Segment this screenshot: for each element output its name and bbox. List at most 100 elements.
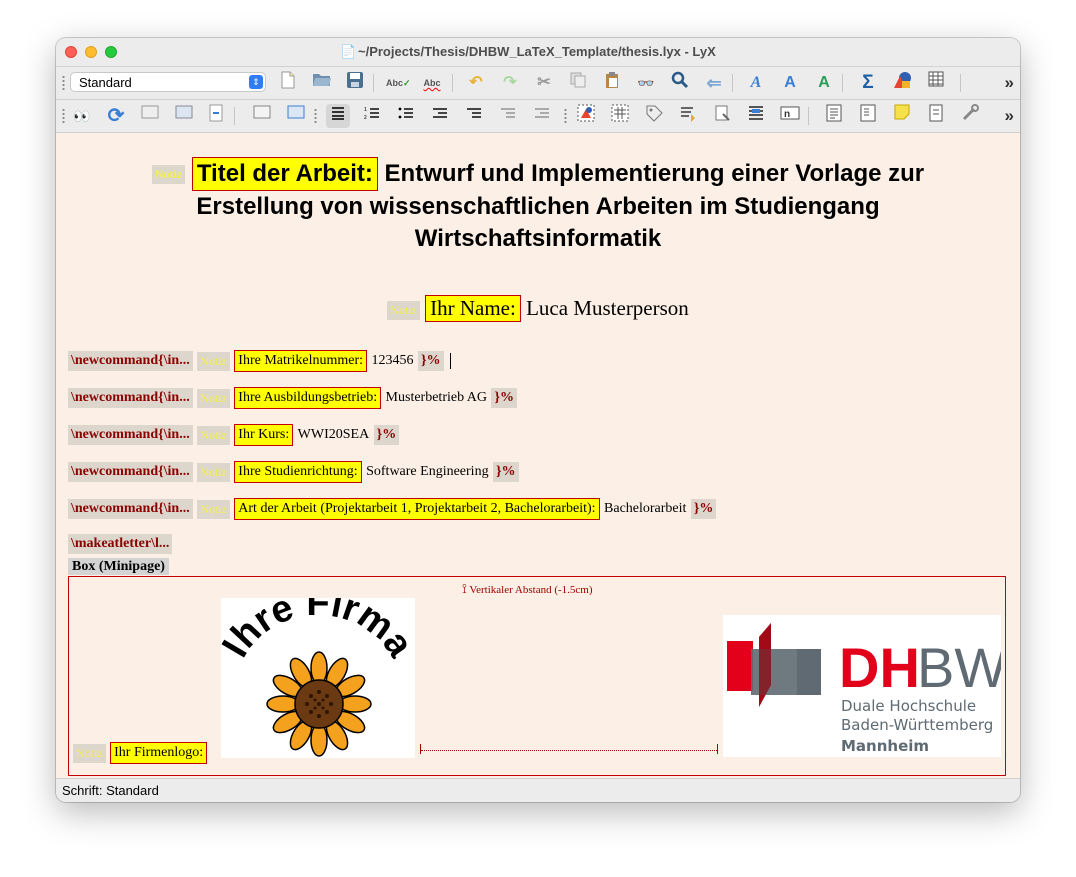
update-master-icon[interactable] bbox=[172, 104, 196, 128]
font-emphasis-icon[interactable]: A bbox=[744, 71, 768, 95]
ert-inset-end[interactable]: }% bbox=[491, 388, 518, 408]
note-inset[interactable]: Notiz bbox=[387, 300, 420, 320]
insert-reference-icon[interactable] bbox=[676, 104, 700, 128]
insert-graphics-icon[interactable] bbox=[890, 71, 914, 95]
author-paragraph[interactable]: Notiz Ihr Name: Luca Musterperson bbox=[56, 295, 1020, 322]
ert-inset[interactable]: \newcommand{\in... bbox=[68, 388, 193, 408]
ert-inset-end[interactable]: }% bbox=[690, 499, 717, 519]
document-canvas[interactable]: Notiz Titel der Arbeit: Entwurf und Impl… bbox=[56, 133, 1020, 778]
horizontal-fill-line[interactable] bbox=[421, 750, 717, 751]
ert-inset-end[interactable]: }% bbox=[417, 351, 444, 371]
minipage-box[interactable]: ⟟ Vertikaler Abstand (-1.5cm) Ihre Firma bbox=[68, 576, 1007, 776]
update-view-icon[interactable] bbox=[284, 104, 308, 128]
ert-inset-end[interactable]: }% bbox=[373, 425, 400, 445]
list-icon[interactable] bbox=[428, 104, 452, 128]
align-standard-icon[interactable] bbox=[326, 104, 350, 128]
document-proxy-icon: 📄 bbox=[340, 44, 357, 59]
redo-icon[interactable]: ↷ bbox=[498, 71, 522, 95]
note-inset[interactable]: Notiz bbox=[197, 351, 230, 371]
box-minipage-label[interactable]: Box (Minipage) bbox=[68, 558, 169, 575]
export-icon[interactable] bbox=[204, 104, 228, 128]
copy-icon[interactable] bbox=[566, 71, 590, 95]
toolbar-overflow-button[interactable]: » bbox=[1005, 71, 1014, 95]
find-replace-icon[interactable] bbox=[668, 71, 692, 95]
ert-inset[interactable]: \newcommand{\in... bbox=[68, 462, 193, 482]
field-row-matrikelnummer[interactable]: \newcommand{\in... Notiz Ihre Matrikelnu… bbox=[68, 350, 451, 376]
toolbar-overflow-button[interactable]: » bbox=[1005, 104, 1014, 128]
note-inset[interactable]: Notiz bbox=[197, 499, 230, 519]
dhbw-wordmark-bw: BW bbox=[917, 636, 1001, 699]
view-master-icon[interactable] bbox=[138, 104, 162, 128]
update-icon[interactable]: ⟳ bbox=[104, 104, 128, 128]
insert-note-icon[interactable] bbox=[890, 104, 914, 128]
field-row-kurs[interactable]: \newcommand{\in... Notiz Ihr Kurs: WWI20… bbox=[68, 424, 400, 450]
vertical-space-label: Vertikaler Abstand (-1.5cm) bbox=[469, 584, 593, 596]
itemize-icon[interactable] bbox=[394, 104, 418, 128]
dhbw-logo-image[interactable]: DH BW Duale Hochschule Baden-Württemberg… bbox=[723, 615, 1007, 757]
note-inset[interactable]: Notiz bbox=[197, 425, 230, 445]
new-document-icon[interactable] bbox=[276, 71, 300, 95]
spellcheck-icon[interactable]: Abc✓ bbox=[386, 71, 411, 95]
close-window-button[interactable] bbox=[65, 46, 77, 58]
view-changes-icon[interactable] bbox=[250, 104, 274, 128]
company-logo-field[interactable]: Notiz Ihr Firmenlogo: bbox=[73, 742, 208, 764]
depth-decrease-icon[interactable] bbox=[496, 104, 520, 128]
toolbar-grip[interactable] bbox=[62, 75, 65, 91]
enumerate-icon[interactable]: 12 bbox=[360, 104, 384, 128]
note-inset[interactable]: Notiz bbox=[73, 743, 106, 763]
description-icon[interactable] bbox=[462, 104, 486, 128]
noun-icon[interactable]: A bbox=[812, 71, 836, 95]
field-label: Ihr Kurs: bbox=[234, 424, 294, 446]
ert-inset[interactable]: \newcommand{\in... bbox=[68, 351, 193, 371]
insert-figure-icon[interactable] bbox=[574, 104, 598, 128]
find-icon[interactable]: 👓 bbox=[634, 71, 658, 95]
ert-inset-end[interactable]: }% bbox=[493, 462, 519, 482]
insert-footnote-icon[interactable] bbox=[822, 104, 846, 128]
insert-margin-note-icon[interactable] bbox=[856, 104, 880, 128]
company-logo-image[interactable]: Ihre Firma bbox=[214, 582, 421, 758]
company-logo-label: Ihr Firmenlogo: bbox=[110, 742, 208, 764]
toolbar-separator bbox=[842, 74, 843, 92]
ert-inset[interactable]: \newcommand{\in... bbox=[68, 425, 193, 445]
insert-float-table-icon[interactable] bbox=[608, 104, 632, 128]
field-row-studienrichtung[interactable]: \newcommand{\in... Notiz Ihre Studienric… bbox=[68, 461, 519, 487]
title-label: Titel der Arbeit: bbox=[191, 157, 378, 191]
view-icon[interactable]: 👀 bbox=[70, 104, 94, 128]
note-inset[interactable]: Notiz bbox=[151, 165, 186, 185]
spellcheck-continuous-icon[interactable]: Abc bbox=[420, 71, 444, 95]
text-style-icon[interactable]: A bbox=[778, 71, 802, 95]
field-row-ausbildungsbetrieb[interactable]: \newcommand{\in... Notiz Ihre Ausbildung… bbox=[68, 387, 518, 413]
ert-inset[interactable]: \makeatletter\l... bbox=[68, 534, 173, 554]
insert-table-icon[interactable] bbox=[924, 71, 948, 95]
minimize-window-button[interactable] bbox=[85, 46, 97, 58]
insert-hyperlink-icon[interactable] bbox=[958, 104, 982, 128]
maximize-window-button[interactable] bbox=[105, 46, 117, 58]
text-cursor bbox=[449, 353, 451, 369]
paragraph-style-select[interactable]: Standard ⇕ bbox=[70, 72, 266, 92]
insert-nomenclature-icon[interactable]: n bbox=[778, 104, 802, 128]
toolbar-grip[interactable] bbox=[564, 108, 567, 124]
title-paragraph[interactable]: Notiz Titel der Arbeit: Entwurf und Impl… bbox=[116, 157, 960, 255]
insert-label-icon[interactable] bbox=[642, 104, 666, 128]
insert-citation-icon[interactable] bbox=[710, 104, 734, 128]
dhbw-emblem-icon bbox=[727, 623, 821, 707]
field-row-art-der-arbeit[interactable]: \newcommand{\in... Notiz Art der Arbeit … bbox=[68, 498, 717, 524]
insert-box-icon[interactable] bbox=[924, 104, 948, 128]
math-sum-icon[interactable]: Σ bbox=[856, 71, 880, 95]
save-icon[interactable] bbox=[343, 71, 367, 95]
paste-icon[interactable] bbox=[600, 71, 624, 95]
makeatletter-row[interactable]: \makeatletter\l... bbox=[68, 534, 173, 560]
field-label: Ihre Ausbildungsbetrieb: bbox=[234, 387, 382, 409]
ert-inset[interactable]: \newcommand{\in... bbox=[68, 499, 193, 519]
toolbar-grip[interactable] bbox=[62, 108, 65, 124]
toolbar-grip[interactable] bbox=[314, 108, 317, 124]
insert-index-icon[interactable] bbox=[744, 104, 768, 128]
vertical-space-inset[interactable]: ⟟ Vertikaler Abstand (-1.5cm) bbox=[462, 581, 593, 597]
back-icon[interactable]: ⇐ bbox=[702, 71, 726, 95]
note-inset[interactable]: Notiz bbox=[197, 462, 230, 482]
open-icon[interactable] bbox=[310, 71, 334, 95]
cut-icon[interactable]: ✂ bbox=[532, 71, 556, 95]
undo-icon[interactable]: ↶ bbox=[464, 71, 488, 95]
note-inset[interactable]: Notiz bbox=[197, 388, 230, 408]
depth-increase-icon[interactable] bbox=[530, 104, 554, 128]
